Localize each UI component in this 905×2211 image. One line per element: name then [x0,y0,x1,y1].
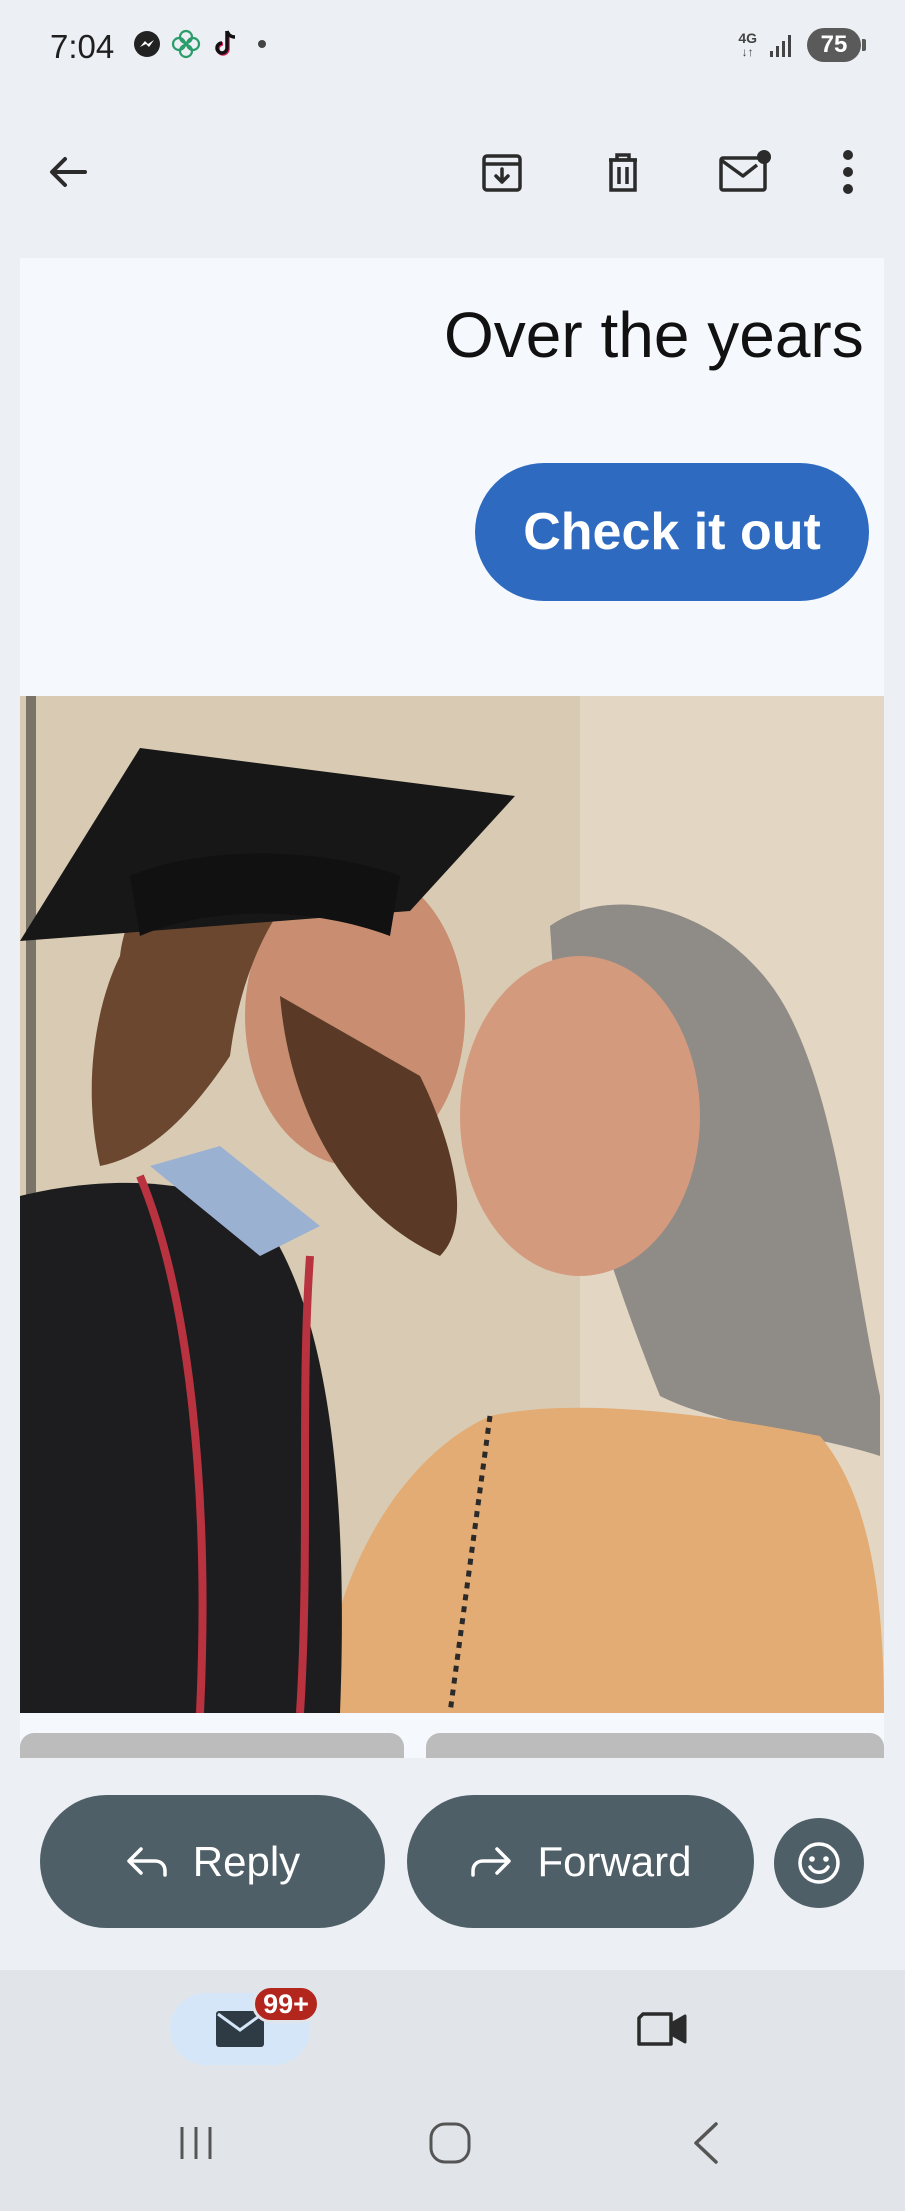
app-icon [171,29,201,59]
attachment-thumbnail[interactable] [426,1733,884,1758]
reply-icon [127,1846,167,1877]
signal-icon [770,35,791,57]
status-time: 7:04 [50,28,115,65]
graduation-photo [20,696,884,1713]
emoji-icon [798,1842,840,1884]
mark-unread-icon [719,150,771,192]
unread-count-badge: 99+ [252,1985,320,2023]
back-button[interactable] [36,140,100,204]
network-indicator: 4G ↓↑ [738,30,757,59]
video-icon [637,2012,687,2046]
archive-icon [482,154,522,192]
meet-tab[interactable] [630,1997,694,2061]
recent-apps-icon [180,2127,212,2159]
emoji-reaction-button[interactable] [774,1818,864,1908]
more-options-icon [843,150,853,194]
tiktok-icon [215,30,236,56]
forward-button[interactable]: Forward [407,1795,754,1928]
email-photo[interactable] [20,696,884,1713]
mark-unread-button[interactable] [713,140,777,204]
more-notifications-dot [258,40,266,48]
more-options-button[interactable] [816,140,880,204]
status-bar: 7:04 4G ↓↑ 75 [0,0,905,95]
delete-icon [609,153,637,192]
delete-button[interactable] [591,140,655,204]
battery-indicator: 75 [807,28,866,62]
home-icon [429,2122,471,2164]
recent-apps-button[interactable] [166,2113,226,2173]
reply-button[interactable]: Reply [40,1795,385,1928]
forward-icon [471,1846,512,1877]
notification-icons [132,28,266,60]
back-arrow-icon [50,157,87,187]
home-button[interactable] [420,2113,480,2173]
email-snippet-text: Over the years [444,299,864,371]
email-toolbar [0,120,905,240]
messenger-icon [134,31,160,57]
bottom-navigation: 99+ [0,1970,905,2075]
check-it-out-button[interactable]: Check it out [475,463,869,601]
battery-level: 75 [820,31,848,58]
attachment-thumbnail[interactable] [20,1733,404,1758]
email-body: Over the years Check it out [20,258,884,1758]
reply-label: Reply [192,1837,301,1885]
forward-label: Forward [537,1837,692,1885]
network-type: 4G [738,30,757,46]
archive-button[interactable] [470,140,534,204]
system-status: 4G ↓↑ 75 [738,28,866,62]
system-back-button[interactable] [676,2113,736,2173]
system-back-icon [694,2122,718,2164]
system-navigation-bar [0,2075,905,2211]
